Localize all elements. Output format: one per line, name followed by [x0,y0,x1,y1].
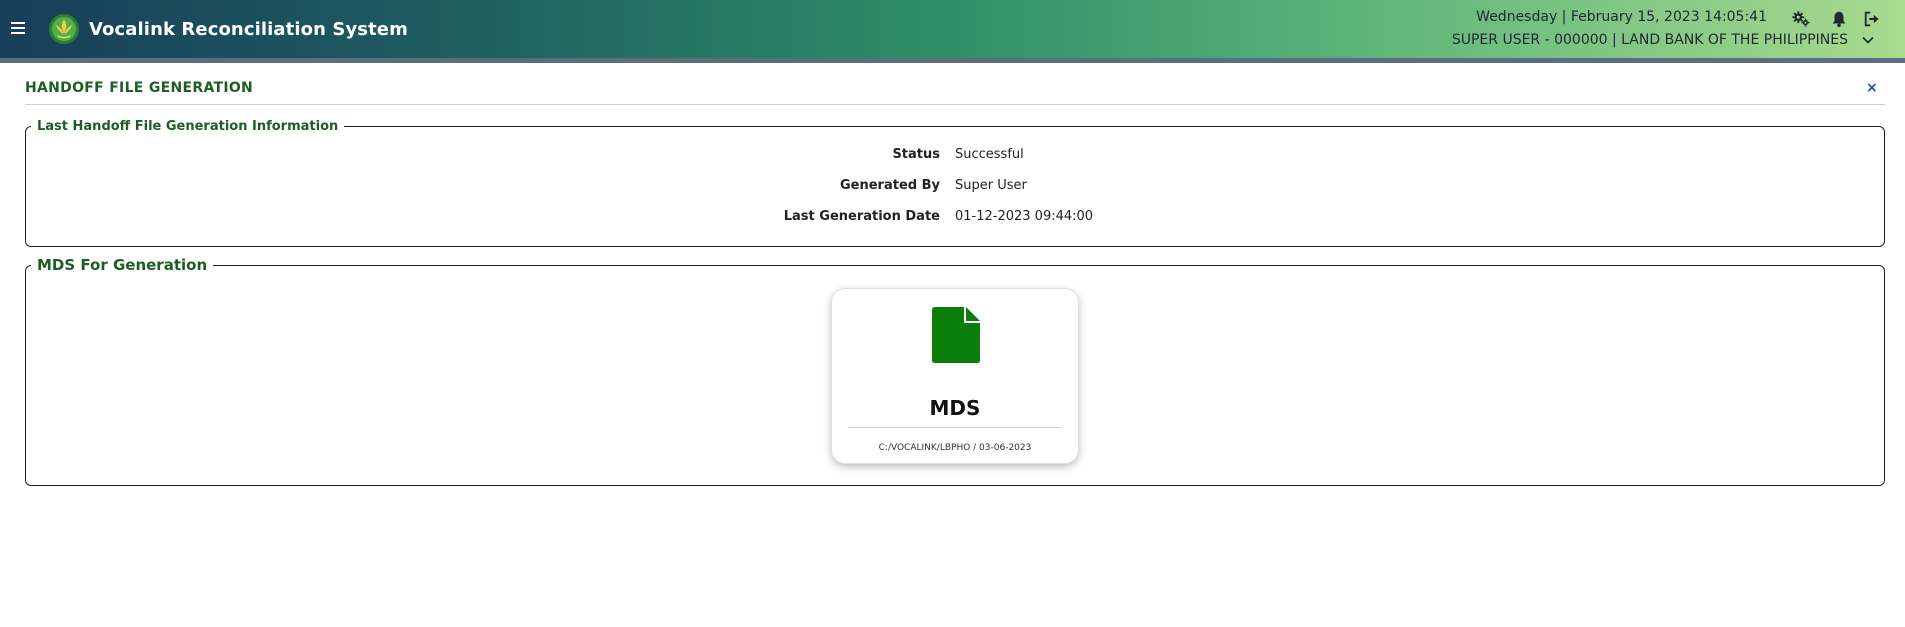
chevron-down-icon[interactable] [1861,33,1875,47]
mds-card-title: MDS [929,396,981,420]
bell-icon[interactable] [1830,10,1848,28]
last-generation-date-label: Last Generation Date [783,209,940,224]
logout-icon[interactable] [1863,10,1881,28]
mds-card-path: C:/VOCALINK/LBPHO / 03-06-2023 [878,443,1032,453]
last-generation-info-legend: Last Handoff File Generation Information [37,119,339,134]
user-info[interactable]: SUPER USER - 000000 | LAND BANK OF THE P… [1452,32,1848,48]
generated-by-value: Super User [955,178,1027,193]
header-divider [0,58,1905,63]
mds-card[interactable]: MDS C:/VOCALINK/LBPHO / 03-06-2023 [831,288,1079,464]
mds-card-divider [848,427,1062,428]
file-icon [932,307,980,363]
close-icon[interactable]: × [1866,80,1878,96]
top-header-bar: Vocalink Reconciliation System Wednesday… [0,0,1905,58]
mds-generation-legend: MDS For Generation [37,256,208,274]
header-datetime: Wednesday | February 15, 2023 14:05:41 [1476,9,1767,25]
last-generation-date-value: 01-12-2023 09:44:00 [955,209,1094,224]
generated-by-label: Generated By [840,178,940,193]
page-title: HANDOFF FILE GENERATION [25,80,254,96]
status-value: Successful [955,147,1024,162]
app-logo [49,14,79,44]
status-label: Status [892,147,940,162]
title-divider [25,104,1885,105]
menu-icon[interactable] [11,22,25,34]
settings-gears-icon[interactable] [1792,10,1810,28]
app-title: Vocalink Reconciliation System [89,19,408,40]
